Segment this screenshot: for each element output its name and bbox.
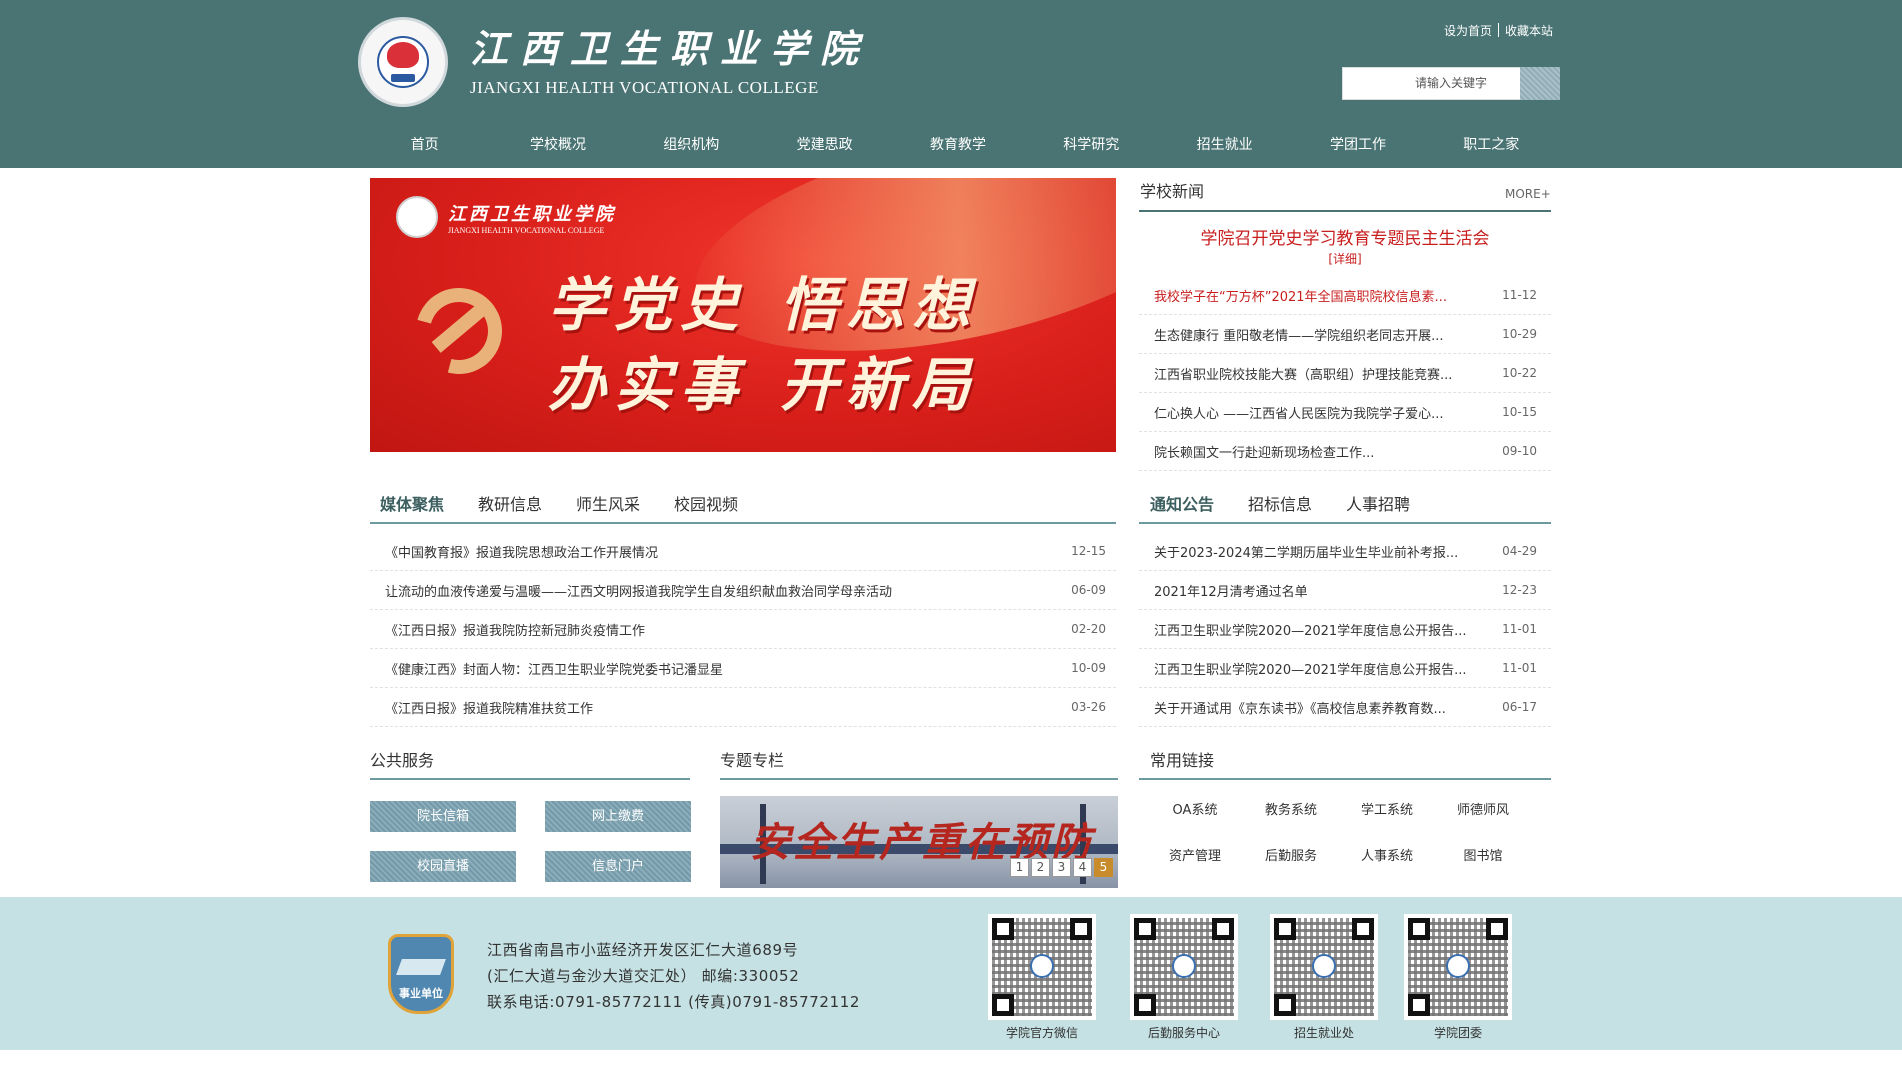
tab-teaching-research[interactable]: 教研信息 [478, 491, 542, 515]
qr-caption: 学院团委 [1433, 1026, 1482, 1040]
nav-organization[interactable]: 组织机构 [625, 133, 758, 157]
qr-caption: 后勤服务中心 [1147, 1026, 1220, 1040]
site-footer: 事业单位 江西省南昌市小蓝经济开发区汇仁大道689号 (汇仁大道与金沙大道交汇处… [0, 897, 1902, 1050]
school-news-list: 我校学子在“万方杯”2021年全国高职院校信息素... 11-12 生态健康行 重… [1139, 276, 1551, 471]
college-name-en: JIANGXI HEALTH VOCATIONAL COLLEGE [470, 78, 819, 97]
president-mailbox-button[interactable]: 院长信箱 [370, 801, 516, 832]
link-hr-system[interactable]: 人事系统 [1339, 846, 1435, 868]
list-item[interactable]: 关于开通试用《京东读书》《高校信息素养教育数... 06-17 [1139, 688, 1551, 727]
main-nav: 首页 学校概况 组织机构 党建思政 教育教学 科学研究 招生就业 学团工作 职工… [358, 133, 1558, 157]
qr-code-icon [1404, 914, 1512, 1020]
online-payment-button[interactable]: 网上缴费 [545, 801, 691, 832]
college-emblem-icon [396, 196, 438, 238]
slide-page-1[interactable]: 1 [1010, 858, 1029, 877]
slide-page-4[interactable]: 4 [1073, 858, 1092, 877]
search-button[interactable] [1520, 67, 1560, 100]
link-teacher-ethics[interactable]: 师德师风 [1435, 800, 1531, 822]
college-name-cn: 江西卫生职业学院 [470, 26, 871, 71]
banner-logo: 江西卫生职业学院 JIANGXI HEALTH VOCATIONAL COLLE… [396, 196, 616, 238]
nav-admissions[interactable]: 招生就业 [1158, 133, 1291, 157]
qr-caption: 学院官方微信 [1005, 1026, 1078, 1040]
slide-page-3[interactable]: 3 [1052, 858, 1071, 877]
media-tabs: 媒体聚焦 教研信息 师生风采 校园视频 [380, 491, 772, 515]
list-item[interactable]: 《中国教育报》报道我院思想政治工作开展情况 12-15 [370, 532, 1116, 571]
nav-research[interactable]: 科学研究 [1025, 133, 1158, 157]
site-header: 江西卫生职业学院 JIANGXI HEALTH VOCATIONAL COLLE… [0, 0, 1902, 168]
link-logistics-service[interactable]: 后勤服务 [1243, 846, 1339, 868]
list-item[interactable]: 《江西日报》报道我院防控新冠肺炎疫情工作 02-20 [370, 610, 1116, 649]
list-item[interactable]: 仁心换人心 ——江西省人民医院为我院学子爱心... 10-15 [1139, 393, 1551, 432]
link-student-affairs-system[interactable]: 学工系统 [1339, 800, 1435, 822]
list-item[interactable]: 我校学子在“万方杯”2021年全国高职院校信息素... 11-12 [1139, 276, 1551, 315]
link-academic-system[interactable]: 教务系统 [1243, 800, 1339, 822]
special-column-slide[interactable]: 安全生产重在预防 1 2 3 4 5 [720, 796, 1118, 888]
qr-code-icon [1270, 914, 1378, 1020]
school-news-headline[interactable]: 学院召开党史学习教育专题民主生活会 [1139, 224, 1551, 249]
nav-overview[interactable]: 学校概况 [491, 133, 624, 157]
slide-page-2[interactable]: 2 [1031, 858, 1050, 877]
list-item[interactable]: 让流动的血液传递爱与温暖——江西文明网报道我院学生自发组织献血救治同学母亲活动 0… [370, 571, 1116, 610]
list-item[interactable]: 江西卫生职业学院2020—2021学年度信息公开报告... 11-01 [1139, 610, 1551, 649]
nav-education[interactable]: 教育教学 [891, 133, 1024, 157]
divider [720, 778, 1118, 780]
list-item[interactable]: 《江西日报》报道我院精准扶贫工作 03-26 [370, 688, 1116, 727]
list-item[interactable]: 关于2023-2024第二学期历届毕业生毕业前补考报... 04-29 [1139, 532, 1551, 571]
top-links: 设为首页 收藏本站 [1444, 22, 1553, 39]
slide-pager: 1 2 3 4 5 [1010, 858, 1113, 877]
slide-page-5[interactable]: 5 [1094, 858, 1113, 877]
banner-college-en: JIANGXI HEALTH VOCATIONAL COLLEGE [448, 225, 605, 235]
school-news-title: 学校新闻 [1140, 182, 1205, 201]
notice-list: 关于2023-2024第二学期历届毕业生毕业前补考报... 04-29 2021年… [1139, 532, 1551, 727]
set-homepage-link[interactable]: 设为首页 [1444, 22, 1492, 39]
link-oa-system[interactable]: OA系统 [1147, 800, 1243, 822]
common-links-title: 常用链接 [1150, 751, 1215, 770]
nav-party[interactable]: 党建思政 [758, 133, 891, 157]
divider [1139, 778, 1551, 780]
public-institution-badge-icon[interactable]: 事业单位 [388, 934, 454, 1014]
tab-tenders[interactable]: 招标信息 [1248, 491, 1312, 515]
school-news-more-link[interactable]: MORE+ [1505, 187, 1551, 201]
qr-code-icon [988, 914, 1096, 1020]
list-item[interactable]: 《健康江西》封面人物：江西卫生职业学院党委书记潘显星 10-09 [370, 649, 1116, 688]
tab-campus-style[interactable]: 师生风采 [576, 491, 640, 515]
college-logo[interactable]: 江西卫生职业学院 JIANGXI HEALTH VOCATIONAL COLLE… [358, 17, 870, 107]
hero-banner[interactable]: 江西卫生职业学院 JIANGXI HEALTH VOCATIONAL COLLE… [370, 178, 1116, 452]
info-portal-button[interactable]: 信息门户 [545, 851, 691, 882]
qr-caption: 招生就业处 [1293, 1026, 1354, 1040]
banner-slogan-line2: 办实事 开新局 [548, 351, 979, 419]
nav-student-work[interactable]: 学团工作 [1291, 133, 1424, 157]
link-library[interactable]: 图书馆 [1435, 846, 1531, 868]
link-asset-management[interactable]: 资产管理 [1147, 846, 1243, 868]
notice-tabs: 通知公告 招标信息 人事招聘 [1150, 491, 1444, 515]
bookmark-link[interactable]: 收藏本站 [1505, 22, 1553, 39]
tab-media-focus[interactable]: 媒体聚焦 [380, 491, 444, 515]
divider [370, 522, 1116, 524]
list-item[interactable]: 生态健康行 重阳敬老情——学院组织老同志开展... 10-29 [1139, 315, 1551, 354]
school-news-detail-link[interactable]: [详细] [1139, 250, 1551, 267]
divider [1139, 210, 1551, 212]
divider [1498, 23, 1500, 37]
special-column-title: 专题专栏 [720, 751, 785, 770]
list-item[interactable]: 江西卫生职业学院2020—2021学年度信息公开报告... 11-01 [1139, 649, 1551, 688]
divider [1139, 522, 1551, 524]
divider [370, 778, 690, 780]
list-item[interactable]: 江西省职业院校技能大赛（高职组）护理技能竞赛... 10-22 [1139, 354, 1551, 393]
common-links-grid: OA系统 教务系统 学工系统 师德师风 资产管理 后勤服务 人事系统 图书馆 [1139, 800, 1551, 868]
public-service-title: 公共服务 [370, 751, 435, 770]
campus-live-button[interactable]: 校园直播 [370, 851, 516, 882]
list-item[interactable]: 2021年12月清考通过名单 12-23 [1139, 571, 1551, 610]
tab-recruitment[interactable]: 人事招聘 [1346, 491, 1410, 515]
footer-address: 江西省南昌市小蓝经济开发区汇仁大道689号 (汇仁大道与金沙大道交汇处） 邮编:… [487, 941, 860, 1011]
nav-staff-home[interactable]: 职工之家 [1425, 133, 1558, 157]
media-news-list: 《中国教育报》报道我院思想政治工作开展情况 12-15 让流动的血液传递爱与温暖—… [370, 532, 1116, 727]
college-emblem-icon [358, 17, 448, 107]
nav-home[interactable]: 首页 [358, 133, 491, 157]
banner-college-cn: 江西卫生职业学院 [448, 203, 616, 225]
list-item[interactable]: 院长赖国文一行赴迎新现场检查工作... 09-10 [1139, 432, 1551, 471]
banner-slogan-line1: 学党史 悟思想 [548, 271, 979, 339]
tab-campus-video[interactable]: 校园视频 [674, 491, 738, 515]
qr-code-icon [1130, 914, 1238, 1020]
tab-notices[interactable]: 通知公告 [1150, 491, 1214, 515]
